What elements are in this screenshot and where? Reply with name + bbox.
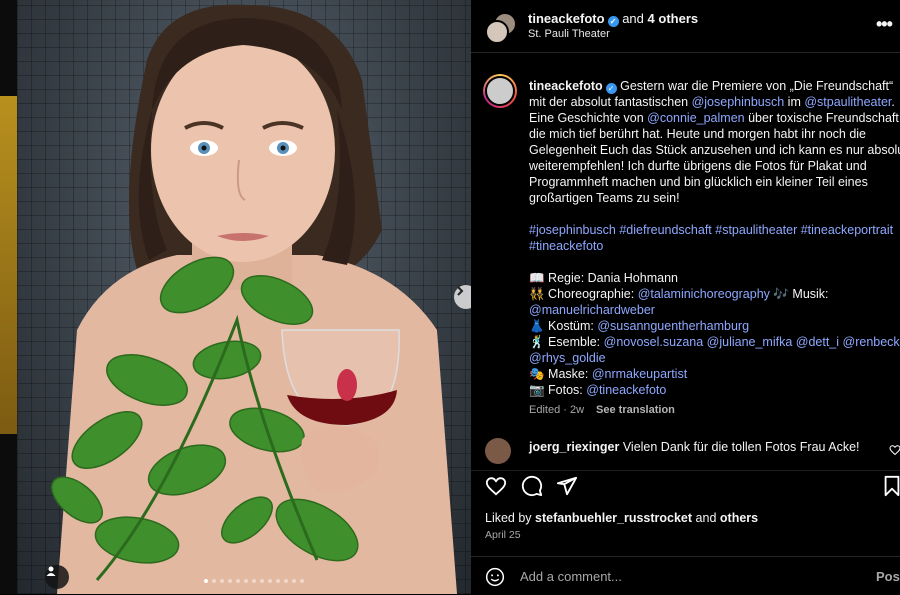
post-caption: tineackefoto ✓ Gestern war die Premiere v… [471,68,900,430]
comment-input[interactable]: Add a comment... [520,569,622,584]
caption-line: im [784,95,805,109]
credit-label: 🕺 Esemble: [529,335,604,349]
author-username[interactable]: tineackefoto [528,11,605,26]
post-actions [471,470,900,501]
caption-line: weiterempfehlen! Ich durfte übrigens die… [529,159,867,173]
caption-line: großartigen Teams zu sein! [529,191,680,205]
credit-label: 🎭 Maske: [529,367,592,381]
mention-link[interactable]: @rhys_goldie [529,350,900,366]
likes-prefix: Liked by [485,511,532,525]
verified-icon: ✓ [605,83,617,94]
emoji-icon[interactable] [485,567,505,587]
caption-username[interactable]: tineackefoto [529,79,603,93]
add-comment-bar: Add a comment... Post [471,556,900,595]
next-photo-button[interactable] [454,285,471,309]
credit-label: 📷 Fotos: [529,383,587,397]
caption-line: Eine Geschichte von [529,111,648,125]
hashtags[interactable]: #tineackefoto [529,238,900,254]
post-author: tineackefoto ✓ and 4 others [528,11,698,27]
commenter-username[interactable]: joerg_riexinger [529,440,619,454]
carousel-dot [284,579,288,583]
like-heart-icon[interactable] [485,475,507,497]
post-date[interactable]: April 25 [485,529,521,541]
post-header: tineackefoto ✓ and 4 others St. Pauli The… [471,0,900,53]
post-details-panel: tineackefoto ✓ and 4 others St. Pauli The… [471,0,900,594]
caption-line: Gestern war die Premiere von „Die Freund… [620,79,894,93]
carousel-dot [228,579,232,583]
like-comment-icon[interactable] [889,444,900,456]
portrait-illustration [51,4,457,594]
carousel-indicator [204,579,304,583]
carousel-dot [220,579,224,583]
user-icon [46,566,56,576]
mention-link[interactable]: @talaminichoreography [638,287,770,301]
mention-link[interactable]: @tineackefoto [586,383,666,397]
caption-line: Programmheft machen und bin glücklich ei… [529,175,868,189]
carousel-dot [268,579,272,583]
edited-timestamp: Edited · 2w [529,404,585,416]
caption-line: die mich tief berührt hat. Heute und mor… [529,127,867,141]
mention-link[interactable]: @nrmakeupartist [592,367,687,381]
mention-link[interactable]: @stpaulitheater [804,95,891,109]
comment-item: joerg_riexinger Vielen Dank für die toll… [471,436,900,464]
location-link[interactable]: St. Pauli Theater [528,28,610,40]
comment-text: joerg_riexinger Vielen Dank für die toll… [529,440,860,454]
carousel-dot [260,579,264,583]
commenter-avatar[interactable] [485,438,511,464]
backdrop-previous-post [0,96,17,434]
likes-and: and [695,511,717,525]
caption-line: über toxische Freundschaft, [744,111,900,125]
likes-others-link[interactable]: others [720,511,758,525]
mention-link[interactable]: @novosel.suzana @juliane_mifka @dett_i @… [604,335,900,349]
chevron-right-icon [457,286,464,296]
collab-others-link[interactable]: 4 others [648,11,699,26]
post-comment-button[interactable]: Post [876,569,900,584]
likes-summary: Liked by stefanbuehler_russtrocket and o… [485,511,758,525]
modal-backdrop[interactable] [0,0,17,594]
carousel-dot [212,579,216,583]
mention-link[interactable]: @manuelrichardweber [529,302,900,318]
collab-avatars[interactable] [485,12,517,44]
carousel-dot [300,579,304,583]
tagged-users-button[interactable] [45,565,69,589]
carousel-dot [276,579,280,583]
mention-link[interactable]: @josephinbusch [692,95,785,109]
carousel-dot [236,579,240,583]
post-photo[interactable] [17,0,471,594]
carousel-dot [292,579,296,583]
caption-meta: Edited · 2w See translation [529,402,900,418]
comment-bubble-icon[interactable] [521,475,543,497]
carousel-dot [204,579,208,583]
caption-text: tineackefoto ✓ Gestern war die Premiere v… [529,78,900,418]
mention-link[interactable]: @connie_palmen [647,111,744,125]
collab-connector: and [622,11,644,26]
credit-label: 👗 Kostüm: [529,319,598,333]
credit-regie: 📖 Regie: Dania Hohmann [529,271,678,285]
save-bookmark-icon[interactable] [881,475,900,497]
caption-author-avatar[interactable] [483,74,517,108]
caption-line: Gelegenheit Euch das Stück anzusehen und… [529,143,900,157]
credit-label: 🎶 Musik: [769,287,829,301]
liked-by-user[interactable]: stefanbuehler_russtrocket [535,511,692,525]
credit-label: 👯 Choreographie: [529,287,638,301]
see-translation-link[interactable]: See translation [596,404,675,416]
caption-line: mit der absolut fantastischen [529,95,692,109]
verified-icon: ✓ [607,16,619,27]
carousel-dot [244,579,248,583]
share-paper-plane-icon[interactable] [556,475,578,497]
more-options-icon[interactable]: ••• [876,14,893,35]
mention-link[interactable]: @susannguentherhamburg [597,319,749,333]
hashtags[interactable]: #josephinbusch #diefreundschaft #stpauli… [529,222,900,238]
comment-body: Vielen Dank für die tollen Fotos Frau Ac… [622,440,860,454]
caption-line: . [891,95,895,109]
carousel-dot [252,579,256,583]
